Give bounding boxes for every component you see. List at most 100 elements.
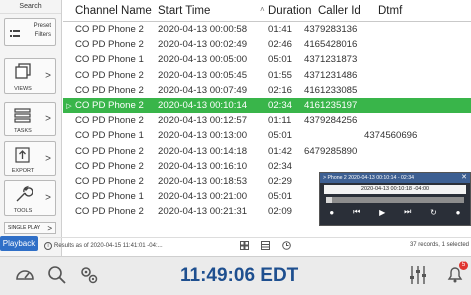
audio-player-popup: > Phone 2 2020-04-13 00:10:14 - 02:34 ✕ … <box>319 172 471 226</box>
clock-display: 11:49:06 EDT <box>180 265 299 286</box>
table-row[interactable]: CO PD Phone 2 2020-04-13 00:14:18 01:42 647… <box>63 144 471 159</box>
table-row[interactable]: CO PD Phone 2 2020-04-13 00:02:49 02:46 416… <box>63 37 471 52</box>
cell-channel-name: CO PD Phone 2 <box>75 84 144 96</box>
cell-duration: 02:34 <box>268 160 293 172</box>
chevron-right-icon: > <box>45 70 51 82</box>
cell-duration: 02:34 <box>268 100 293 112</box>
chevron-right-icon: > <box>45 113 51 125</box>
cell-duration: 01:55 <box>268 69 293 81</box>
cell-start-time: 2020-04-13 00:07:49 <box>158 84 248 96</box>
cell-start-time: 2020-04-13 00:13:00 <box>158 130 248 142</box>
table-row[interactable]: CO PD Phone 2 2020-04-13 00:07:49 02:16 416… <box>63 83 471 98</box>
cell-caller-id: 4161235197 <box>304 100 358 112</box>
mixer-sliders-icon[interactable] <box>408 264 428 286</box>
cell-duration: 05:01 <box>268 54 293 66</box>
cell-start-time: 2020-04-13 00:00:58 <box>158 24 248 36</box>
cell-channel-name: CO PD Phone 2 <box>75 175 144 187</box>
table-row[interactable]: CO PD Phone 1 2020-04-13 00:13:00 05:01 437… <box>63 128 471 143</box>
playback-progress-slider[interactable] <box>326 197 464 203</box>
cell-duration: 05:01 <box>268 130 293 142</box>
table-row[interactable]: CO PD Phone 2 2020-04-13 00:00:58 01:41 437… <box>63 22 471 37</box>
cell-caller-id: 4161233085 <box>304 84 358 96</box>
records-count: 37 records, 1 selected <box>409 242 469 248</box>
tools-button[interactable]: > TOOLS <box>4 180 56 216</box>
sort-ascending-icon: ˄ <box>260 4 265 14</box>
cell-start-time: 2020-04-13 00:05:45 <box>158 69 248 81</box>
cell-channel-name: CO PD Phone 2 <box>75 69 144 81</box>
notifications-button[interactable]: 5 <box>446 261 468 284</box>
tasks-list-icon <box>14 108 31 123</box>
player-title: > Phone 2 2020-04-13 00:10:14 - 02:34 <box>323 175 414 181</box>
gauge-icon[interactable] <box>14 264 36 286</box>
playback-tab[interactable]: Playback <box>0 236 38 251</box>
column-channel-name[interactable]: Channel Name <box>75 5 158 17</box>
tools-label: TOOLS <box>13 208 33 214</box>
table-row[interactable]: CO PD Phone 2 2020-04-13 00:12:57 01:11 437… <box>63 113 471 128</box>
views-icon <box>15 63 31 79</box>
table-row[interactable]: CO PD Phone 2 2020-04-13 00:05:45 01:55 437… <box>63 68 471 83</box>
cell-duration: 01:42 <box>268 145 293 157</box>
row-marker: ▷ <box>66 102 72 110</box>
grid-view-icon[interactable] <box>240 241 249 250</box>
cell-dtmf: 4374560696 <box>364 130 418 142</box>
cell-start-time: 2020-04-13 00:12:57 <box>158 115 248 127</box>
cell-duration: 02:46 <box>268 39 293 51</box>
record-dot-icon[interactable]: ● <box>329 208 334 217</box>
table-header: Channel Name Start Time ˄ Duration Calle… <box>63 0 471 22</box>
cell-duration: 02:09 <box>268 206 293 218</box>
skip-forward-icon[interactable]: ⏭ <box>404 207 411 217</box>
column-start-time[interactable]: Start Time <box>158 5 268 17</box>
cell-caller-id: 4371231486 <box>304 69 358 81</box>
dot-icon[interactable]: ● <box>456 208 461 217</box>
search-icon[interactable] <box>46 264 68 286</box>
cell-duration: 05:01 <box>268 191 293 203</box>
column-caller-id[interactable]: Caller Id <box>318 5 378 17</box>
cell-start-time: 2020-04-13 00:16:10 <box>158 160 248 172</box>
cell-channel-name: CO PD Phone 2 <box>75 100 144 112</box>
tasks-label: TASKS <box>14 128 32 134</box>
close-icon[interactable]: ✕ <box>461 173 467 183</box>
play-icon[interactable]: ▶ <box>379 208 385 217</box>
export-button[interactable]: > EXPORT <box>4 141 56 176</box>
cell-start-time: 2020-04-13 00:18:53 <box>158 175 248 187</box>
views-button[interactable]: > VIEWS <box>4 58 56 94</box>
column-dtmf[interactable]: Dtmf <box>378 5 438 17</box>
cell-start-time: 2020-04-13 00:02:49 <box>158 39 248 51</box>
bottom-bar: 11:49:06 EDT 5 <box>0 256 471 295</box>
cell-channel-name: CO PD Phone 2 <box>75 24 144 36</box>
sidebar: Search Preset Filters > VIEWS > TASKS > … <box>0 0 62 258</box>
cell-start-time: 2020-04-13 00:05:00 <box>158 54 248 66</box>
status-bar: i Results as of 2020-04-15 11:41:01 -04:… <box>40 237 471 253</box>
cell-caller-id: 4379283136 <box>304 24 358 36</box>
cell-channel-name: CO PD Phone 1 <box>75 130 144 142</box>
settings-gears-icon[interactable] <box>78 264 100 286</box>
skip-back-icon[interactable]: ⏮ <box>353 207 360 217</box>
column-duration-label: Duration <box>268 4 312 17</box>
export-label: EXPORT <box>11 168 35 174</box>
column-duration[interactable]: ˄ Duration <box>260 5 318 17</box>
single-play-button[interactable]: SINGLE PLAY > <box>4 222 56 234</box>
filter-list-icon <box>10 30 20 37</box>
cell-duration: 01:41 <box>268 24 293 36</box>
table-row-selected[interactable]: ▷ CO PD Phone 2 2020-04-13 00:10:14 02:34 41… <box>63 97 471 114</box>
table-view-icon[interactable] <box>261 241 270 250</box>
cell-channel-name: CO PD Phone 1 <box>75 54 144 66</box>
tasks-button[interactable]: > TASKS <box>4 102 56 136</box>
preset-filters-button[interactable]: Preset Filters <box>4 18 56 46</box>
cell-channel-name: CO PD Phone 2 <box>75 206 144 218</box>
export-icon <box>15 147 30 163</box>
cell-duration: 02:29 <box>268 175 293 187</box>
clock-icon[interactable] <box>282 241 291 250</box>
table-row[interactable]: CO PD Phone 1 2020-04-13 00:05:00 05:01 437… <box>63 52 471 67</box>
single-play-label: SINGLE PLAY <box>8 225 41 231</box>
results-timestamp: Results as of 2020-04-15 11:41:01 -04:..… <box>54 242 163 249</box>
cell-channel-name: CO PD Phone 2 <box>75 39 144 51</box>
player-title-bar[interactable]: > Phone 2 2020-04-13 00:10:14 - 02:34 ✕ <box>320 173 470 183</box>
cell-start-time: 2020-04-13 00:14:18 <box>158 145 248 157</box>
cell-caller-id: 4371231873 <box>304 54 358 66</box>
cell-duration: 01:11 <box>268 115 292 127</box>
loop-icon[interactable]: ↻ <box>430 208 437 217</box>
playback-progress-fill <box>326 197 332 203</box>
chevron-right-icon: > <box>45 192 51 204</box>
cell-channel-name: CO PD Phone 2 <box>75 160 144 172</box>
